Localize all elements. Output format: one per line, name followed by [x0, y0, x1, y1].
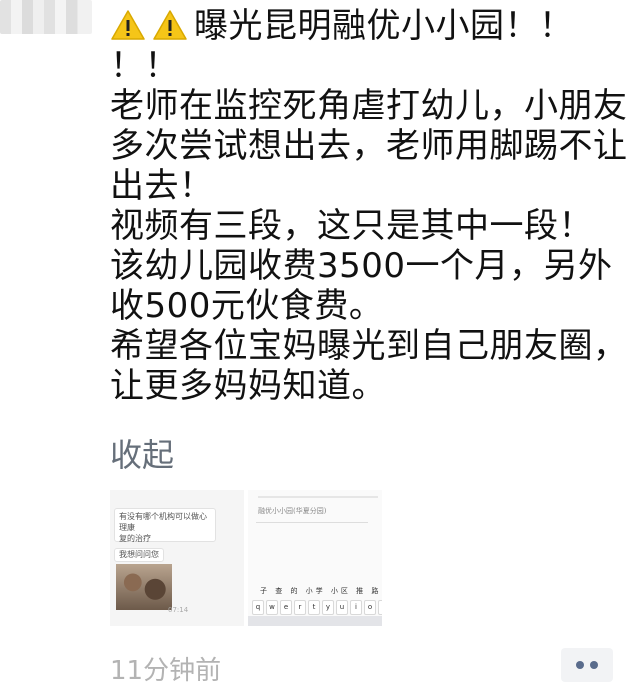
keyboard-key: o — [364, 600, 376, 615]
post-text-line: 视频有三段，这只是其中一段！ — [110, 206, 593, 246]
warning-icon — [111, 10, 145, 40]
more-dot-icon — [576, 661, 584, 669]
image-thumbnail-keyboard[interactable]: 融优小小园(华夏分园) 子 查 的 小学 小区 推 路 ^ q w e r t … — [248, 490, 382, 626]
keyboard-key: i — [350, 600, 362, 615]
post-text-line: 老师在监控死角虐打幼儿，小朋友 — [110, 86, 628, 126]
post-text-line: 希望各位宝妈曝光到自己朋友圈， — [110, 326, 628, 366]
post-line-1: 曝光昆明融优小小园！！ — [110, 6, 630, 46]
image-thumbnail-chat[interactable]: 有没有哪个机构可以做心理康 复的治疗 我想问问您 07:14 — [110, 490, 244, 626]
keyboard-row: q w e r t y u i o p — [252, 600, 382, 615]
keyboard-key: y — [322, 600, 334, 615]
text-input-preview: 融优小小园(华夏分园) — [256, 500, 368, 523]
chat-bubble: 有没有哪个机构可以做心理康 复的治疗 — [114, 508, 216, 543]
post-text-line: 收500元伙食费。 — [110, 286, 384, 326]
post-timestamp: 11分钟前 — [110, 656, 222, 686]
chat-photo — [116, 564, 172, 610]
post-text-line: 该幼儿园收费3500一个月，另外 — [110, 246, 613, 286]
collapse-link[interactable]: 收起 — [110, 430, 174, 476]
keyboard-key: p — [378, 600, 382, 615]
keyboard-key: r — [294, 600, 306, 615]
more-actions-button[interactable] — [561, 648, 613, 682]
warning-icon — [153, 10, 187, 40]
keyboard-key: t — [308, 600, 320, 615]
post-text-line: 出去！ — [110, 166, 214, 206]
chat-time: 07:14 — [168, 606, 189, 614]
post-text: 曝光昆明融优小小园！！ ！！ 老师在监控死角虐打幼儿，小朋友 多次尝试想出去，老… — [110, 6, 630, 406]
chat-bubble: 我想问问您 — [114, 548, 164, 562]
ime-candidates: 子 查 的 小学 小区 推 路 ^ — [260, 587, 382, 595]
keyboard-bottom — [248, 616, 382, 626]
keyboard-key: u — [336, 600, 348, 615]
post-text-line: ！！ — [110, 46, 179, 86]
avatar[interactable] — [0, 0, 92, 34]
more-dot-icon — [590, 661, 598, 669]
keyboard-key: q — [252, 600, 264, 615]
keyboard-key: w — [266, 600, 278, 615]
status-bar — [258, 496, 378, 498]
post-text-line: 曝光昆明融优小小园！！ — [194, 6, 574, 46]
post-text-line: 多次尝试想出去，老师用脚踢不让 — [110, 126, 628, 166]
keyboard-key: e — [280, 600, 292, 615]
post-text-line: 让更多妈妈知道。 — [110, 366, 386, 406]
